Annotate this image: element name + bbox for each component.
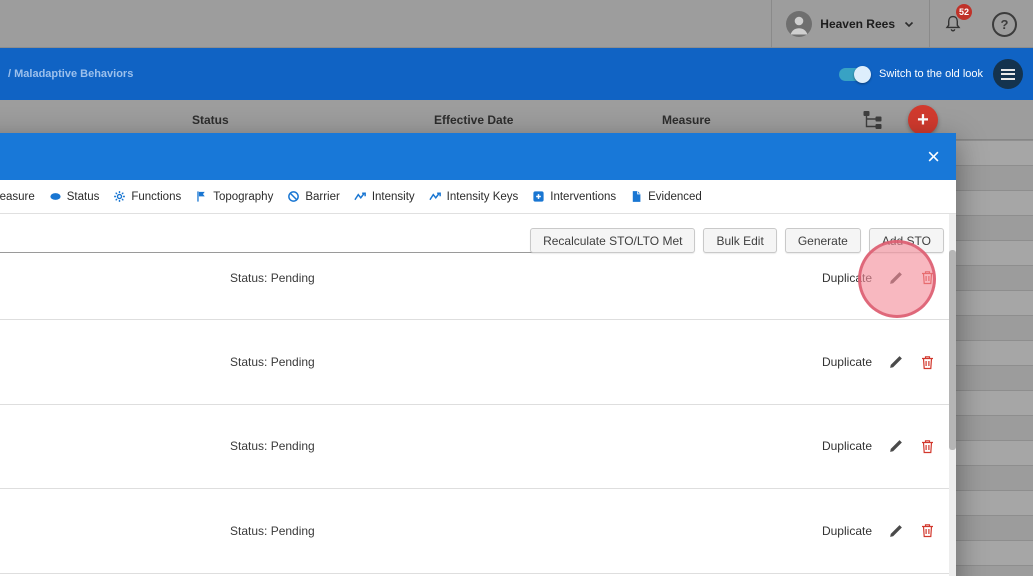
hamburger-icon bbox=[1001, 69, 1015, 71]
gear-icon bbox=[113, 190, 126, 203]
duplicate-button[interactable]: Duplicate bbox=[822, 355, 872, 369]
pencil-icon bbox=[888, 523, 904, 539]
plus-icon: + bbox=[917, 109, 929, 132]
pencil-icon bbox=[888, 354, 904, 370]
close-icon[interactable]: × bbox=[927, 146, 940, 168]
row-status-text: Status: Pending bbox=[230, 439, 315, 453]
tab-label: Intensity Keys bbox=[447, 191, 519, 203]
edit-button[interactable] bbox=[888, 270, 904, 286]
edit-button[interactable] bbox=[888, 438, 904, 454]
modal-header: × bbox=[0, 133, 956, 180]
tab-label: Interventions bbox=[550, 191, 616, 203]
hierarchy-button[interactable] bbox=[862, 109, 884, 131]
avatar bbox=[786, 11, 812, 37]
trash-icon bbox=[920, 355, 935, 370]
document-icon bbox=[630, 190, 643, 203]
tab-intensity-keys[interactable]: Intensity Keys bbox=[429, 190, 519, 203]
trash-icon bbox=[920, 270, 935, 285]
delete-button[interactable] bbox=[920, 523, 935, 538]
menu-button[interactable] bbox=[993, 59, 1023, 89]
row-actions: Duplicate bbox=[822, 354, 949, 370]
tab-label: Status bbox=[67, 191, 100, 203]
tab-interventions[interactable]: Interventions bbox=[532, 190, 616, 203]
question-mark-icon: ? bbox=[1001, 17, 1009, 32]
sto-row: Status: Pending Duplicate bbox=[0, 405, 949, 489]
duplicate-button[interactable]: Duplicate bbox=[822, 271, 872, 285]
trash-icon bbox=[920, 523, 935, 538]
add-sto-button[interactable]: Add STO bbox=[869, 228, 944, 253]
tab-evidenced[interactable]: Evidenced bbox=[630, 190, 702, 203]
tab-measure[interactable]: Measure bbox=[0, 190, 35, 203]
toggle-knob bbox=[854, 66, 871, 83]
trash-icon bbox=[920, 439, 935, 454]
row-status-text: Status: Pending bbox=[230, 271, 315, 285]
row-actions: Duplicate bbox=[822, 438, 949, 454]
switch-old-look-label: Switch to the old look bbox=[879, 68, 983, 80]
sto-row: Status: Pending Duplicate bbox=[0, 489, 949, 573]
duplicate-button[interactable]: Duplicate bbox=[822, 524, 872, 538]
add-button[interactable]: + bbox=[908, 105, 938, 135]
scrollbar-thumb[interactable] bbox=[949, 250, 956, 450]
notification-count-badge: 52 bbox=[956, 4, 972, 20]
bulk-edit-button[interactable]: Bulk Edit bbox=[703, 228, 776, 253]
delete-button[interactable] bbox=[920, 355, 935, 370]
column-header-effective-date: Effective Date bbox=[434, 113, 513, 127]
nav-right-cluster: Switch to the old look bbox=[839, 48, 1023, 100]
help-button[interactable]: ? bbox=[992, 12, 1017, 37]
chevron-down-icon bbox=[903, 18, 915, 30]
sto-row-list: Status: Pending Duplicate Status: Pendin… bbox=[0, 236, 949, 574]
tab-barrier[interactable]: Barrier bbox=[287, 190, 340, 203]
edit-button[interactable] bbox=[888, 523, 904, 539]
sto-modal: × Measure Status Functions Topography Ba… bbox=[0, 133, 956, 576]
pencil-icon bbox=[888, 270, 904, 286]
row-status-text: Status: Pending bbox=[230, 355, 315, 369]
column-header-measure: Measure bbox=[662, 113, 711, 127]
old-look-toggle[interactable] bbox=[839, 68, 869, 81]
tab-label: Measure bbox=[0, 191, 35, 203]
sto-row: Status: Pending Duplicate bbox=[0, 320, 949, 404]
tab-label: Intensity bbox=[372, 191, 415, 203]
duplicate-button[interactable]: Duplicate bbox=[822, 439, 872, 453]
tab-label: Evidenced bbox=[648, 191, 702, 203]
tab-label: Functions bbox=[131, 191, 181, 203]
user-name: Heaven Rees bbox=[820, 17, 895, 31]
tab-status[interactable]: Status bbox=[49, 190, 100, 203]
zigzag-icon bbox=[354, 190, 367, 203]
modal-scrollbar[interactable] bbox=[949, 214, 956, 576]
hierarchy-icon bbox=[862, 109, 884, 131]
blue-nav-bar: / Maladaptive Behaviors Switch to the ol… bbox=[0, 48, 1033, 100]
top-bar: Heaven Rees 52 ? bbox=[0, 0, 1033, 48]
barrier-icon bbox=[287, 190, 300, 203]
plus-square-icon bbox=[532, 190, 545, 203]
tab-functions[interactable]: Functions bbox=[113, 190, 181, 203]
delete-button[interactable] bbox=[920, 439, 935, 454]
generate-button[interactable]: Generate bbox=[785, 228, 861, 253]
row-status-text: Status: Pending bbox=[230, 524, 315, 538]
tab-topography[interactable]: Topography bbox=[195, 190, 273, 203]
modal-body: Recalculate STO/LTO Met Bulk Edit Genera… bbox=[0, 214, 956, 576]
person-icon bbox=[786, 11, 812, 37]
delete-button[interactable] bbox=[920, 270, 935, 285]
pencil-icon bbox=[888, 438, 904, 454]
oval-icon bbox=[49, 190, 62, 203]
field-underline bbox=[0, 252, 570, 253]
zigzag-icon bbox=[429, 190, 442, 203]
breadcrumb[interactable]: / Maladaptive Behaviors bbox=[8, 68, 133, 80]
user-menu[interactable]: Heaven Rees bbox=[772, 0, 929, 48]
flag-icon bbox=[195, 190, 208, 203]
tab-intensity[interactable]: Intensity bbox=[354, 190, 415, 203]
modal-toolbar: Recalculate STO/LTO Met Bulk Edit Genera… bbox=[530, 228, 944, 253]
topbar-right-cluster: Heaven Rees 52 ? bbox=[771, 0, 1033, 48]
row-actions: Duplicate bbox=[822, 270, 949, 286]
modal-tab-bar: Measure Status Functions Topography Barr… bbox=[0, 180, 956, 214]
tab-label: Barrier bbox=[305, 191, 340, 203]
recalculate-sto-lto-button[interactable]: Recalculate STO/LTO Met bbox=[530, 228, 695, 253]
row-actions: Duplicate bbox=[822, 523, 949, 539]
notifications-button[interactable]: 52 bbox=[930, 0, 976, 48]
tab-label: Topography bbox=[213, 191, 273, 203]
screen: Heaven Rees 52 ? / Maladaptive Behaviors… bbox=[0, 0, 1033, 576]
column-header-status: Status bbox=[192, 113, 229, 127]
edit-button[interactable] bbox=[888, 354, 904, 370]
